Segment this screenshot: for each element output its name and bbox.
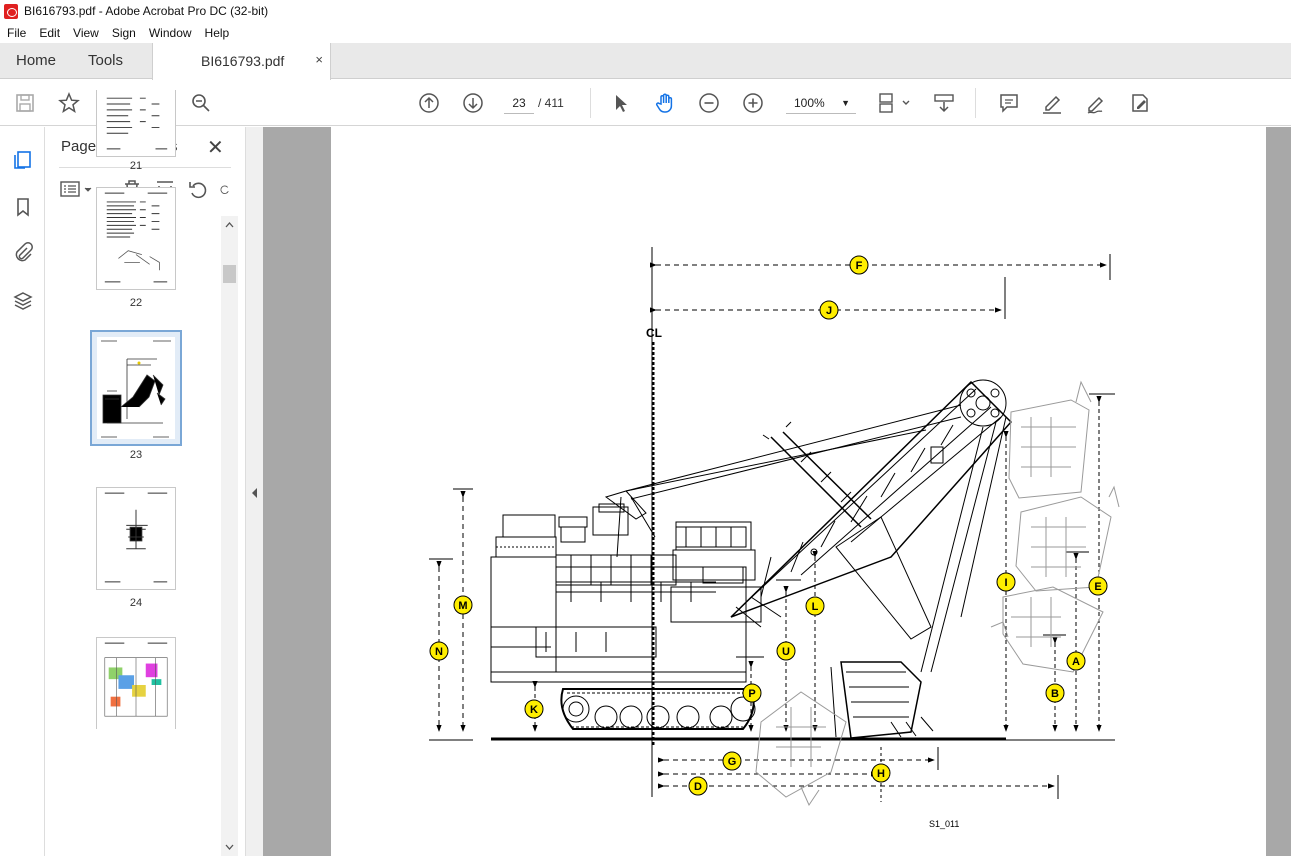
title-bar: BI616793.pdf - Adobe Acrobat Pro DC (32-…: [0, 0, 1291, 22]
svg-text:B: B: [1051, 688, 1059, 700]
thumbnail-label: 21: [129, 160, 143, 172]
thumbnail-label: 23: [129, 449, 143, 461]
toolbar-divider: [975, 88, 976, 118]
page-thumbnail[interactable]: [96, 90, 176, 157]
collapse-panel-icon[interactable]: [250, 487, 260, 499]
dimension-label: D: [688, 776, 708, 796]
svg-text:H: H: [877, 768, 885, 780]
svg-text:G: G: [728, 756, 737, 768]
svg-text:F: F: [856, 260, 863, 272]
svg-text:U: U: [782, 646, 790, 658]
scroll-up-arrow-icon[interactable]: [221, 216, 238, 233]
page-down-icon[interactable]: [461, 91, 485, 115]
tab-tools[interactable]: Tools: [88, 43, 123, 79]
page-up-icon[interactable]: [417, 91, 441, 115]
tab-home[interactable]: Home: [16, 43, 56, 79]
attachment-icon[interactable]: [11, 240, 35, 264]
zoom-value: 100%: [794, 96, 825, 110]
svg-text:A: A: [1072, 656, 1080, 668]
menu-edit[interactable]: Edit: [39, 26, 60, 40]
svg-text:D: D: [694, 781, 702, 793]
menu-sign[interactable]: Sign: [112, 26, 136, 40]
bookmark-icon[interactable]: [11, 195, 35, 219]
close-tab-icon[interactable]: ×: [315, 52, 323, 67]
dimension-label: G: [722, 751, 742, 771]
fit-page-icon[interactable]: [876, 91, 912, 115]
highlight-icon[interactable]: [1040, 91, 1064, 115]
svg-text:I: I: [1004, 577, 1007, 589]
dimension-label: L: [805, 596, 825, 616]
panel-splitter[interactable]: [245, 127, 263, 856]
dimension-label: U: [776, 641, 796, 661]
chevron-down-icon: ▼: [841, 98, 850, 108]
save-icon[interactable]: [13, 91, 37, 115]
dimension-label: I: [996, 572, 1016, 592]
tab-document[interactable]: BI616793.pdf ×: [152, 43, 331, 80]
layers-icon[interactable]: [11, 289, 35, 313]
zoom-out-icon[interactable]: [697, 91, 721, 115]
zoom-in-icon[interactable]: [741, 91, 765, 115]
tab-document-label: BI616793.pdf: [201, 53, 285, 69]
page-total: / 411: [538, 96, 564, 110]
thumbnail-list: 21 22 23 24: [46, 90, 220, 729]
dimension-label: J: [819, 300, 839, 320]
select-arrow-icon[interactable]: [609, 91, 633, 115]
dimension-label: F: [849, 255, 869, 275]
svg-text:M: M: [458, 600, 467, 612]
svg-text:J: J: [826, 305, 832, 317]
toolbar-divider: [590, 88, 591, 118]
menu-bar: File Edit View Sign Window Help: [0, 22, 1291, 43]
dimension-labels: F J E I A B L U P K M N G H D: [429, 255, 1108, 796]
scroll-mode-icon[interactable]: [932, 91, 956, 115]
svg-text:L: L: [812, 601, 819, 613]
left-rail: [0, 127, 45, 856]
pdf-app-icon: [4, 3, 18, 19]
dimension-label: A: [1066, 651, 1086, 671]
sign-icon[interactable]: [1084, 91, 1108, 115]
svg-text:E: E: [1094, 581, 1101, 593]
menu-window[interactable]: Window: [149, 26, 192, 40]
window-title: BI616793.pdf - Adobe Acrobat Pro DC (32-…: [24, 4, 269, 18]
dimension-label: E: [1088, 576, 1108, 596]
zoom-select[interactable]: 100% ▼: [786, 92, 856, 114]
rotate-right-icon[interactable]: [219, 177, 231, 201]
dimension-label: K: [524, 699, 544, 719]
drawing-code: S1_011: [929, 819, 959, 829]
menu-help[interactable]: Help: [205, 26, 230, 40]
edit-pdf-icon[interactable]: [1128, 91, 1152, 115]
svg-text:K: K: [530, 704, 538, 716]
page-thumbnail[interactable]: [96, 487, 176, 590]
page-number-input[interactable]: 23: [504, 92, 534, 114]
centerline-label: CL: [646, 326, 662, 340]
svg-text:N: N: [435, 646, 443, 658]
dimension-label: B: [1045, 683, 1065, 703]
menu-file[interactable]: File: [7, 26, 26, 40]
page-thumbnail-selected[interactable]: [90, 330, 182, 446]
document-viewer[interactable]: F J E I A B L U P K M N G H D CL S1_011: [263, 127, 1291, 856]
scroll-down-arrow-icon[interactable]: [221, 839, 238, 856]
page-thumbnail[interactable]: [96, 187, 176, 290]
page-thumbnail[interactable]: [96, 637, 176, 729]
thumbnail-scrollbar[interactable]: [221, 216, 238, 856]
dimension-label: M: [453, 595, 473, 615]
tab-bar: Home Tools BI616793.pdf ×: [0, 43, 1291, 80]
menu-view[interactable]: View: [73, 26, 99, 40]
scrollbar-thumb[interactable]: [223, 265, 236, 283]
page-thumbnails-icon[interactable]: [11, 147, 35, 171]
comment-icon[interactable]: [997, 91, 1021, 115]
shovel-dimension-drawing: F J E I A B L U P K M N G H D CL S1_011: [429, 247, 1120, 829]
pdf-page: F J E I A B L U P K M N G H D CL S1_011: [331, 127, 1266, 856]
svg-text:P: P: [748, 688, 755, 700]
thumbnail-label: 22: [129, 297, 143, 309]
dimension-label: N: [429, 641, 449, 661]
hand-icon[interactable]: [653, 91, 677, 115]
dimension-label: H: [871, 763, 891, 783]
thumbnail-label: 24: [129, 597, 143, 609]
dimension-label: P: [742, 683, 762, 703]
document-scrollbar[interactable]: [1266, 127, 1291, 856]
